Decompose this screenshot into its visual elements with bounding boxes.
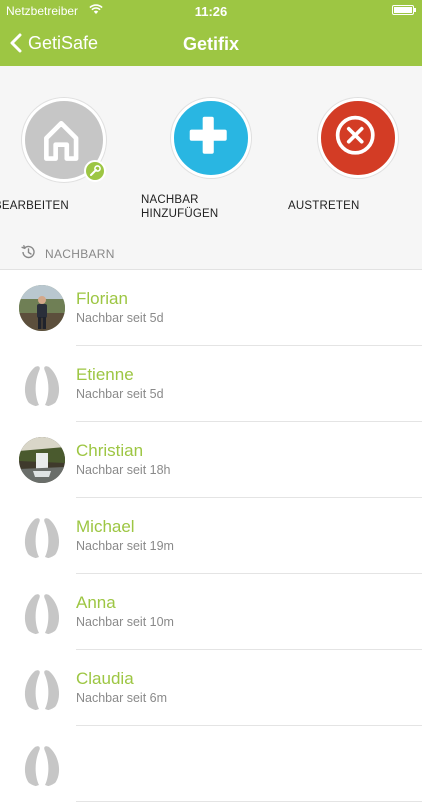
neighbor-name: Claudia [76,669,134,688]
avatar [19,589,65,635]
close-circle-icon [318,98,398,178]
list-item[interactable] [0,726,422,802]
list-item[interactable]: Claudia Nachbar seit 6m [0,650,422,726]
status-bar: Netzbetreiber 11:26 [0,0,422,22]
page-title: Getifix [182,34,239,54]
list-item[interactable]: Michael Nachbar seit 19m [0,498,422,574]
add-label-line-1: NACHBAR [141,194,199,206]
avatar [19,361,65,407]
neighbors-section-header: NACHBARN [0,234,422,270]
neighbor-since: Nachbar seit 18h [76,463,171,477]
list-item[interactable]: Florian Nachbar seit 5d [0,270,422,346]
neighbor-since: Nachbar seit 5d [76,387,164,401]
add-neighbor-button[interactable]: NACHBAR HINZUFÜGEN [141,66,281,234]
avatar [19,741,65,787]
avatar [19,665,65,711]
neighbor-since: Nachbar seit 10m [76,615,174,629]
add-label-line-2: HINZUFÜGEN [141,208,219,220]
edit-label: BEARBEITEN [0,200,69,212]
section-title: NACHBARN [45,247,115,261]
avatar [19,437,65,483]
battery-icon [392,5,416,15]
list-item[interactable]: Etienne Nachbar seit 5d [0,346,422,422]
leave-button[interactable]: AUSTRETEN [288,66,422,234]
neighbor-since: Nachbar seit 6m [76,691,168,705]
add-neighbor-label: NACHBAR HINZUFÜGEN [141,193,281,221]
neighbor-list: Florian Nachbar seit 5d Etienne Nachbar … [0,270,422,802]
list-item[interactable]: Christian Nachbar seit 18h [0,422,422,498]
neighbor-name: Anna [76,593,116,612]
clock: 11:26 [194,4,228,19]
neighbor-name: Michael [76,517,135,536]
avatar [19,285,65,331]
leave-label: AUSTRETEN [288,200,360,212]
avatar [19,513,65,559]
edit-button[interactable]: BEARBEITEN [0,66,130,234]
top-bar: Netzbetreiber 11:26 GetiSafe Getifix [0,0,422,66]
neighbor-name: Christian [76,441,144,460]
neighbor-name: Etienne [76,365,134,384]
action-panel: BEARBEITEN NACHBAR HINZUFÜGEN AUSTRETEN [0,66,422,234]
wrench-icon [84,160,106,182]
plus-icon [171,98,251,178]
list-item[interactable]: Anna Nachbar seit 10m [0,574,422,650]
neighbor-since: Nachbar seit 5d [76,311,164,325]
history-icon [21,244,35,259]
neighbor-since: Nachbar seit 19m [76,539,174,553]
neighbor-name: Florian [76,289,128,308]
